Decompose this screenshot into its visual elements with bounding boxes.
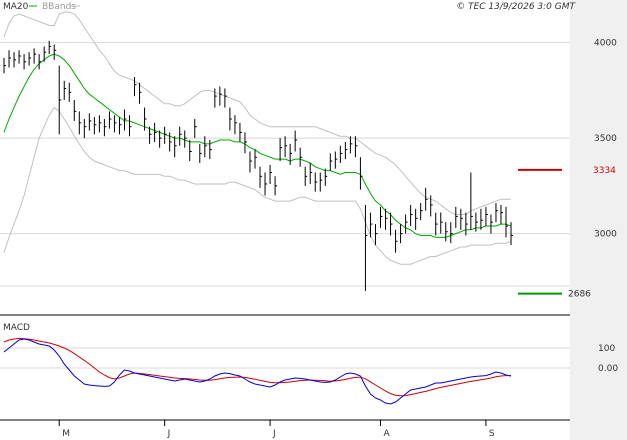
ma20-legend-label: MA20 [3, 2, 29, 12]
price-tick-label: 3500 [594, 134, 617, 144]
stock-chart: 4000 3500 3000 3334 2686 100 0.00 M J J A S MA20… [0, 0, 627, 440]
macd-tick-label: 100 [598, 344, 615, 354]
month-label: A [384, 429, 391, 439]
copyright-timestamp: © TEC 13/9/2026 3:0 GMT [456, 2, 576, 12]
bbands-legend-label: BBands [42, 2, 76, 12]
price-tick-label: 3000 [594, 230, 617, 240]
price-tick-label: 4000 [594, 39, 617, 49]
macd-tick-label: 0.00 [598, 364, 618, 374]
axis-gutter [570, 0, 627, 440]
macd-title: MACD [3, 323, 30, 333]
support-label: 2686 [568, 290, 591, 300]
resistance-label: 3334 [593, 166, 616, 176]
month-label: J [167, 429, 171, 439]
month-label: J [272, 429, 276, 439]
month-label: M [62, 429, 70, 439]
chart-background [0, 0, 627, 440]
month-label: S [489, 429, 495, 439]
